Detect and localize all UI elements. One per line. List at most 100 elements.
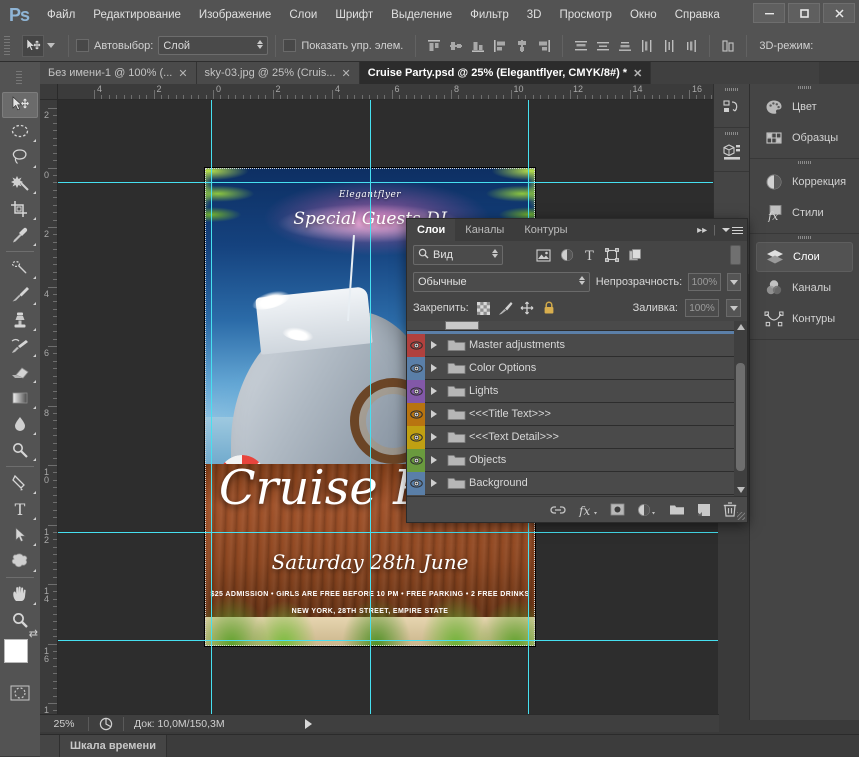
tool-flyout-icon[interactable] xyxy=(33,566,36,572)
menu-item-edit[interactable]: Редактирование xyxy=(84,4,190,26)
healing-brush-tool[interactable] xyxy=(2,255,38,281)
layers-list[interactable]: Master adjustments Color Options Lights <<<… xyxy=(407,321,747,496)
document-info-icon[interactable] xyxy=(89,717,123,731)
menu-item-view[interactable]: Просмотр xyxy=(550,4,621,26)
lock-all-icon[interactable] xyxy=(542,301,557,316)
tab-paths[interactable]: Контуры xyxy=(514,219,577,241)
tool-flyout-icon[interactable] xyxy=(33,377,36,383)
dock-grip[interactable] xyxy=(750,159,859,166)
table-row[interactable]: Master adjustments xyxy=(407,333,747,357)
menu-item-window[interactable]: Окно xyxy=(621,4,666,26)
layer-visibility-toggle[interactable] xyxy=(407,333,425,357)
scrollbar-thumb[interactable] xyxy=(736,363,745,471)
menu-item-file[interactable]: Файл xyxy=(38,4,84,26)
brush-tool[interactable] xyxy=(2,281,38,307)
panel-tab-color[interactable]: Цвет xyxy=(756,92,853,122)
distribute-right-edges-button[interactable] xyxy=(680,35,702,57)
expand-group-arrow[interactable] xyxy=(425,387,443,395)
hand-tool[interactable] xyxy=(2,581,38,607)
layer-visibility-toggle[interactable] xyxy=(407,379,425,403)
guide-vertical[interactable] xyxy=(211,100,212,720)
fill-dropdown-icon[interactable] xyxy=(726,299,741,317)
tool-flyout-icon[interactable] xyxy=(33,351,36,357)
table-row[interactable]: Objects xyxy=(407,448,747,472)
clone-stamp-tool[interactable] xyxy=(2,307,38,333)
filter-smart-objects-icon[interactable] xyxy=(628,248,642,262)
pen-tool[interactable] xyxy=(2,470,38,496)
filter-adjustment-layers-icon[interactable] xyxy=(560,248,574,262)
guide-horizontal[interactable] xyxy=(58,532,718,533)
menu-item-help[interactable]: Справка xyxy=(666,4,729,26)
dock-grip[interactable] xyxy=(750,84,859,91)
tool-flyout-icon[interactable] xyxy=(33,599,36,605)
panel-resize-grip[interactable] xyxy=(737,512,745,520)
fill-input[interactable]: 100% xyxy=(685,299,719,317)
document-tab-cruise-party[interactable]: Cruise Party.psd @ 25% (Elegantflyer, CM… xyxy=(359,62,652,84)
expand-group-arrow[interactable] xyxy=(425,341,443,349)
history-icon[interactable] xyxy=(714,93,749,123)
close-icon[interactable]: ✕ xyxy=(342,67,351,80)
layer-visibility-toggle[interactable] xyxy=(407,356,425,380)
document-tab-sky03[interactable]: sky-03.jpg @ 25% (Cruis... ✕ xyxy=(196,62,360,84)
menu-item-image[interactable]: Изображение xyxy=(190,4,280,26)
minimize-button[interactable] xyxy=(753,3,785,23)
eyedropper-tool[interactable] xyxy=(2,222,38,248)
autoselect-scope-select[interactable]: Слой xyxy=(158,36,269,55)
dock-grip[interactable] xyxy=(714,86,749,93)
menu-item-3d[interactable]: 3D xyxy=(518,4,551,26)
lock-position-icon[interactable] xyxy=(520,301,535,316)
swap-colors-icon[interactable]: ⇄ xyxy=(29,627,38,640)
add-mask-icon[interactable] xyxy=(610,503,625,516)
guide-horizontal[interactable] xyxy=(58,640,718,641)
link-layers-icon[interactable] xyxy=(550,504,566,516)
table-row[interactable]: <<<Text Detail>>> xyxy=(407,425,747,449)
tool-flyout-icon[interactable] xyxy=(33,162,36,168)
custom-shape-tool[interactable] xyxy=(2,548,38,574)
align-right-edges-button[interactable] xyxy=(533,35,555,57)
panel-menu-icon[interactable] xyxy=(722,226,743,234)
table-row[interactable]: Color Options xyxy=(407,356,747,380)
new-adjustment-layer-icon[interactable] xyxy=(637,503,657,517)
eraser-tool[interactable] xyxy=(2,359,38,385)
panel-tab-channels[interactable]: Каналы xyxy=(756,273,853,303)
tool-flyout-icon[interactable] xyxy=(33,455,36,461)
menu-item-filter[interactable]: Фильтр xyxy=(461,4,518,26)
tool-flyout-icon[interactable] xyxy=(33,214,36,220)
dodge-tool[interactable] xyxy=(2,437,38,463)
horizontal-ruler[interactable]: 4 2 0 2 4 6 8 10 12 14 16 xyxy=(58,84,718,100)
tool-flyout-icon[interactable] xyxy=(33,136,36,142)
lock-transparent-pixels-icon[interactable] xyxy=(476,301,491,316)
opacity-input[interactable]: 100% xyxy=(688,273,721,291)
status-menu-icon[interactable] xyxy=(304,718,312,729)
zoom-level-input[interactable]: 25% xyxy=(40,718,88,730)
auto-align-layers-button[interactable] xyxy=(717,35,739,57)
3d-panel-icon[interactable] xyxy=(714,137,749,167)
tab-timeline[interactable]: Шкала времени xyxy=(60,734,167,757)
guide-horizontal[interactable] xyxy=(58,182,718,183)
align-left-edges-button[interactable] xyxy=(489,35,511,57)
table-row[interactable]: Background xyxy=(407,471,747,495)
dock-grip[interactable] xyxy=(750,234,859,241)
blend-mode-select[interactable]: Обычные xyxy=(413,272,590,292)
opacity-dropdown-icon[interactable] xyxy=(726,273,741,291)
expand-group-arrow[interactable] xyxy=(425,456,443,464)
ruler-corner[interactable] xyxy=(40,84,58,100)
filter-kind-select[interactable]: Вид xyxy=(413,245,503,265)
collapse-panel-icon[interactable]: ▸▸ xyxy=(697,225,707,236)
close-icon[interactable]: ✕ xyxy=(178,67,187,80)
expand-group-arrow[interactable] xyxy=(425,433,443,441)
new-group-icon[interactable] xyxy=(669,503,685,516)
blur-tool[interactable] xyxy=(2,411,38,437)
tool-preset-picker[interactable] xyxy=(16,34,61,57)
crop-tool[interactable] xyxy=(2,196,38,222)
menu-item-layer[interactable]: Слои xyxy=(280,4,326,26)
tool-preset-caret-icon[interactable] xyxy=(47,43,55,48)
show-transform-controls-checkbox[interactable] xyxy=(283,39,297,52)
autoselect-checkbox[interactable] xyxy=(76,39,89,52)
filter-shape-layers-icon[interactable] xyxy=(605,248,619,262)
tool-flyout-icon[interactable] xyxy=(33,240,36,246)
scroll-up-icon[interactable] xyxy=(734,321,747,333)
layer-visibility-toggle[interactable] xyxy=(407,471,425,495)
tool-flyout-icon[interactable] xyxy=(33,514,36,520)
table-row[interactable]: Lights xyxy=(407,379,747,403)
